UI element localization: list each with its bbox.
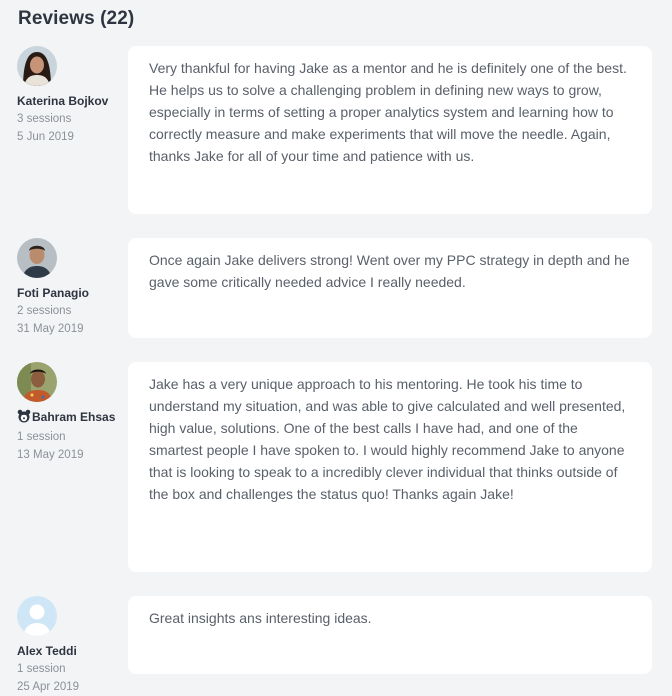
reviewer-name-text: Bahram Ehsas — [32, 410, 116, 424]
review-card: Jake has a very unique approach to his m… — [128, 362, 652, 572]
review-text: Once again Jake delivers strong! Went ov… — [149, 252, 630, 290]
reviewer-sessions: 2 sessions — [17, 305, 72, 317]
reviewer-sessions: 1 session — [17, 431, 66, 443]
avatar[interactable] — [17, 362, 57, 402]
review-date: 13 May 2019 — [17, 449, 84, 461]
review-text: Very thankful for having Jake as a mento… — [149, 60, 627, 164]
reviewer-info: Foti Panagio 2 sessions 31 May 2019 — [17, 238, 117, 338]
reviewer-name[interactable]: Foti Panagio — [17, 285, 117, 302]
review-date: 25 Apr 2019 — [17, 681, 80, 693]
avatar[interactable] — [17, 238, 57, 278]
reviewer-info: Bahram Ehsas 1 session 13 May 2019 — [17, 362, 117, 464]
review-date: 5 Jun 2019 — [17, 131, 74, 143]
review-text: Great insights ans interesting ideas. — [149, 610, 372, 626]
reviewer-info: Katerina Bojkov 3 sessions 5 Jun 2019 — [17, 46, 117, 146]
review-card: Very thankful for having Jake as a mento… — [128, 46, 652, 214]
review-date: 31 May 2019 — [17, 323, 84, 335]
reviewer-info: Alex Teddi 1 session 25 Apr 2019 — [17, 596, 117, 696]
reviews-heading: Reviews (22) — [18, 8, 135, 29]
review-text: Jake has a very unique approach to his m… — [149, 376, 626, 502]
review-card: Once again Jake delivers strong! Went ov… — [128, 238, 652, 338]
reviewer-name[interactable]: Katerina Bojkov — [17, 93, 117, 110]
reviewer-name[interactable]: Bahram Ehsas — [17, 409, 117, 428]
bear-badge-icon — [17, 409, 31, 428]
reviewer-sessions: 1 session — [17, 663, 66, 675]
review-card: Great insights ans interesting ideas. — [128, 596, 652, 674]
avatar-placeholder-icon[interactable] — [17, 596, 57, 636]
reviewer-sessions: 3 sessions — [17, 113, 72, 125]
reviewer-name[interactable]: Alex Teddi — [17, 643, 117, 660]
avatar[interactable] — [17, 46, 57, 86]
